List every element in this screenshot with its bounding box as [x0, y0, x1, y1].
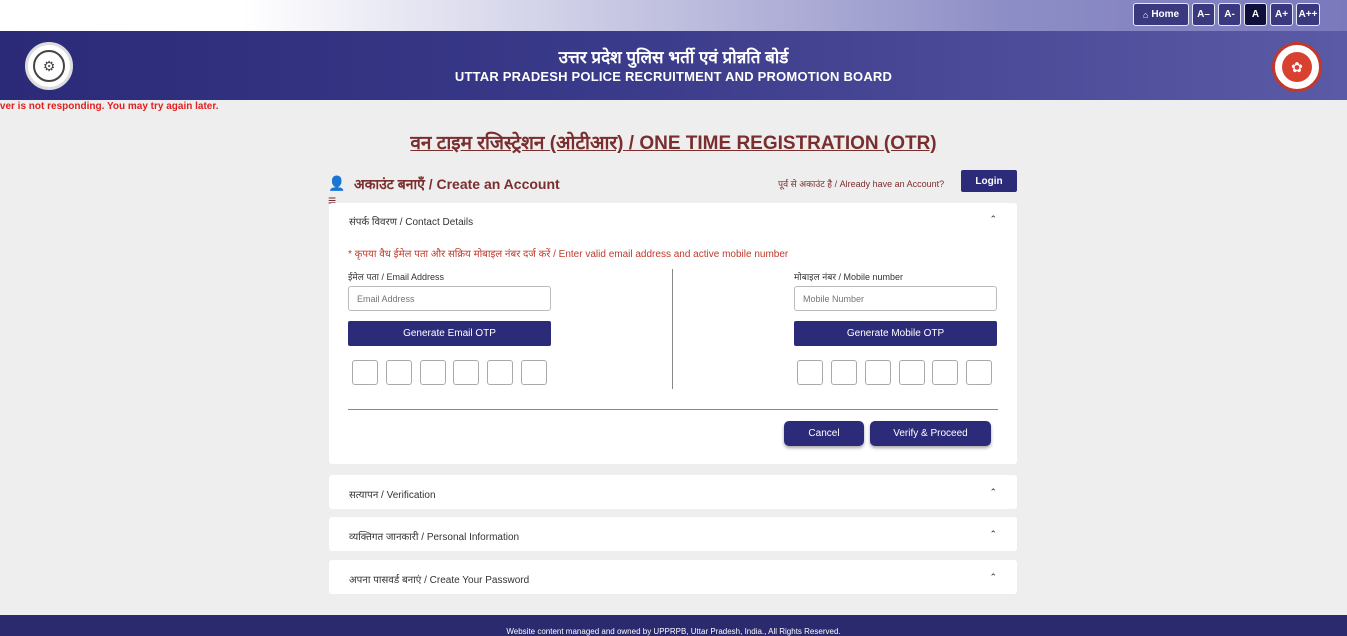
cancel-button[interactable]: Cancel — [784, 421, 864, 446]
header-title-english: UTTAR PRADESH POLICE RECRUITMENT AND PRO… — [454, 69, 893, 84]
footer-text: Website content managed and owned by UPP… — [506, 627, 841, 636]
email-label: ईमेल पता / Email Address — [348, 272, 445, 282]
account-row: 👤≡ अकाउंट बनाएँ / Create an Account पूर्… — [328, 170, 1017, 208]
font-decrease-button[interactable]: A- — [1218, 3, 1241, 26]
footer: Website content managed and owned by UPP… — [0, 615, 1347, 636]
personal-information-header[interactable]: व्यक्तिगत जानकारी / Personal Information — [349, 529, 519, 543]
verification-section[interactable]: सत्यापन / Verification ⌃ — [329, 475, 1017, 509]
government-logo: ✿ — [1272, 42, 1322, 92]
chevron-up-icon[interactable]: ⌃ — [989, 572, 997, 583]
chevron-up-icon[interactable]: ⌃ — [989, 487, 997, 498]
email-otp-digit-3[interactable] — [420, 360, 446, 385]
mobile-otp-digit-3[interactable] — [865, 360, 891, 385]
already-account-text: पूर्व से अकाउंट है / Already have an Acc… — [778, 179, 945, 189]
create-account-title: अकाउंट बनाएँ / Create an Account — [354, 176, 560, 192]
generate-email-otp-button[interactable]: Generate Email OTP — [348, 321, 551, 346]
contact-details-section: संपर्क विवरण / Contact Details ⌃ * कृपया… — [329, 203, 1017, 464]
email-otp-digit-4[interactable] — [453, 360, 479, 385]
column-divider — [672, 269, 673, 389]
mobile-otp-digit-1[interactable] — [797, 360, 823, 385]
section-divider — [348, 409, 998, 410]
font-increase-button[interactable]: A+ — [1270, 3, 1293, 26]
email-otp-digit-1[interactable] — [352, 360, 378, 385]
mobile-otp-digit-5[interactable] — [932, 360, 958, 385]
mobile-otp-digit-6[interactable] — [966, 360, 992, 385]
generate-mobile-otp-button[interactable]: Generate Mobile OTP — [794, 321, 997, 346]
site-header: ⚙ उत्तर प्रदेश पुलिस भर्ती एवं प्रोन्नति… — [0, 31, 1347, 100]
email-otp-digit-5[interactable] — [487, 360, 513, 385]
server-error-message: rver is not responding. You may try agai… — [0, 101, 219, 112]
mobile-otp-digit-2[interactable] — [831, 360, 857, 385]
create-password-header[interactable]: अपना पासवर्ड बनाएं / Create Your Passwor… — [349, 572, 529, 586]
login-button[interactable]: Login — [961, 170, 1017, 192]
font-decrease-more-button[interactable]: A– — [1192, 3, 1215, 26]
verify-proceed-button[interactable]: Verify & Proceed — [870, 421, 991, 446]
logo-icon: ✿ — [1282, 52, 1312, 82]
create-password-section[interactable]: अपना पासवर्ड बनाएं / Create Your Passwor… — [329, 560, 1017, 594]
home-button[interactable]: ⌂ Home — [1133, 3, 1189, 26]
top-utility-bar: ⌂ Home A– A- A A+ A++ — [0, 0, 1347, 31]
personal-information-section[interactable]: व्यक्तिगत जानकारी / Personal Information… — [329, 517, 1017, 551]
home-icon: ⌂ — [1142, 9, 1149, 20]
home-label: Home — [1151, 9, 1180, 20]
header-title-hindi: उत्तर प्रदेश पुलिस भर्ती एवं प्रोन्नति ब… — [558, 48, 789, 67]
chevron-up-icon[interactable]: ⌃ — [989, 214, 997, 225]
contact-note: * कृपया वैध ईमेल पता और सक्रिय मोबाइल नं… — [348, 249, 789, 260]
contact-details-header[interactable]: संपर्क विवरण / Contact Details — [349, 214, 473, 228]
email-otp-digit-6[interactable] — [521, 360, 547, 385]
verification-header[interactable]: सत्यापन / Verification — [349, 487, 436, 501]
mobile-otp-digit-4[interactable] — [899, 360, 925, 385]
mobile-input[interactable] — [794, 286, 997, 311]
font-normal-button[interactable]: A — [1244, 3, 1267, 26]
chevron-up-icon[interactable]: ⌃ — [989, 529, 997, 540]
email-otp-digit-2[interactable] — [386, 360, 412, 385]
user-list-icon: 👤≡ — [328, 175, 346, 208]
page-title: वन टाइम रजिस्ट्रेशन (ओटीआर) / ONE TIME R… — [410, 133, 937, 154]
mobile-label: मोबाइल नंबर / Mobile number — [794, 272, 904, 282]
email-input[interactable] — [348, 286, 551, 311]
font-increase-more-button[interactable]: A++ — [1296, 3, 1320, 26]
